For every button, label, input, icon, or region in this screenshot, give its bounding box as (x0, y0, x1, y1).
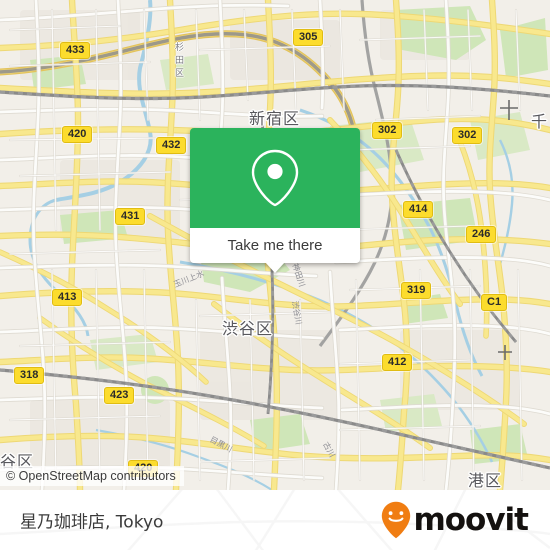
road-shield-305[interactable]: 305 (293, 29, 324, 46)
road-shield-318[interactable]: 318 (14, 367, 45, 384)
place-label-shibuya: 渋谷区 (222, 319, 274, 338)
road-shield-319[interactable]: 319 (401, 282, 432, 299)
moovit-map-screenshot: .wtr{fill:#a5cfe4;} .wline{stroke:#a5cfe… (0, 0, 550, 550)
minor-label-suginami: 杉 田 区 (175, 43, 185, 79)
road-shield-412[interactable]: 412 (382, 354, 413, 371)
road-shield-431[interactable]: 431 (115, 208, 146, 225)
place-title: 星乃珈琲店, Tokyo (20, 512, 164, 533)
footer-bar: 星乃珈琲店, Tokyo moovit (0, 490, 550, 550)
moovit-logo[interactable]: moovit (381, 501, 529, 539)
road-shield-414[interactable]: 414 (403, 201, 434, 218)
osm-attribution[interactable]: © OpenStreetMap contributors (0, 466, 184, 486)
popup-pointer-tail (265, 262, 285, 273)
map-pin-icon (251, 149, 299, 207)
road-shield-302-left[interactable]: 302 (372, 122, 403, 139)
popup-action-bar[interactable]: Take me there (190, 228, 360, 273)
place-label-shinjuku: 新宿区 (249, 109, 301, 128)
moovit-smiling-pin-icon (382, 501, 411, 539)
place-label-minato: 港区 (468, 471, 503, 490)
road-shield-423[interactable]: 423 (104, 387, 135, 404)
road-shield-246[interactable]: 246 (466, 226, 497, 243)
take-me-there-label: Take me there (227, 237, 323, 254)
road-shield-432[interactable]: 432 (156, 137, 187, 154)
take-me-there-popup[interactable]: Take me there (190, 128, 360, 273)
road-shield-433[interactable]: 433 (60, 42, 91, 59)
road-shield-c1[interactable]: C1 (481, 294, 508, 311)
road-shield-420-top[interactable]: 420 (62, 126, 93, 143)
popup-header (190, 128, 360, 228)
place-label-chiyoda: 千 (531, 112, 549, 131)
road-shield-413[interactable]: 413 (52, 289, 83, 306)
moovit-wordmark: moovit (413, 501, 529, 538)
road-shield-302-right[interactable]: 302 (452, 127, 483, 144)
